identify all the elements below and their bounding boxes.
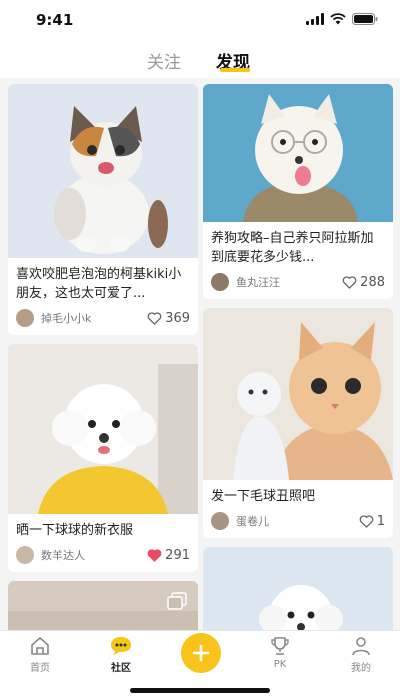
tab-pk[interactable]: PK — [250, 635, 310, 670]
like-button[interactable]: 288 — [342, 275, 385, 290]
tab-mine-label: 我的 — [351, 663, 371, 674]
status-bar: 9:41 — [0, 0, 400, 40]
tab-home[interactable]: 首页 — [10, 635, 70, 674]
like-button[interactable]: 369 — [147, 311, 190, 326]
like-button[interactable]: 291 — [147, 548, 190, 563]
heart-outline-icon — [147, 311, 162, 325]
partial-photo[interactable] — [8, 581, 198, 630]
post-title: 晒一下球球的新衣服 — [16, 523, 134, 538]
avatar[interactable] — [211, 512, 229, 530]
tab-follow[interactable]: 关注 — [147, 48, 181, 73]
white-poodle-yellow-shirt-photo[interactable] — [8, 344, 198, 514]
author-name[interactable]: 数羊达人 — [41, 547, 147, 563]
author-name[interactable]: 蛋卷儿 — [236, 513, 359, 529]
status-icons — [306, 13, 378, 25]
status-time: 9:41 — [36, 11, 74, 29]
post-meta: 鱼丸汪汪 288 — [203, 267, 393, 299]
post-title: 养狗攻略–自己养只阿拉斯加到底要花多少钱... — [211, 231, 374, 265]
tab-community-label: 社区 — [111, 663, 131, 674]
samoyed-with-glasses-photo[interactable] — [203, 84, 393, 222]
post-card[interactable]: 晒一下球球的新衣服 数羊达人 291 — [8, 344, 198, 572]
heart-outline-icon — [342, 275, 357, 289]
tab-home-label: 首页 — [30, 663, 50, 674]
add-post-button[interactable] — [181, 633, 221, 673]
tab-community[interactable]: 社区 — [91, 635, 151, 674]
post-card[interactable] — [203, 547, 393, 630]
post-title: 喜欢咬肥皂泡泡的柯基kiki小朋友，这也太可爱了... — [16, 267, 182, 301]
post-card[interactable]: 养狗攻略–自己养只阿拉斯加到底要花多少钱... 鱼丸汪汪 288 — [203, 84, 393, 299]
post-meta: 蛋卷儿 1 — [203, 506, 393, 538]
tab-mine[interactable]: 我的 — [331, 635, 391, 674]
trophy-icon — [271, 637, 289, 655]
author-name[interactable]: 掉毛小小k — [41, 310, 147, 326]
white-puppy-photo[interactable] — [203, 547, 393, 630]
post-card[interactable]: 发一下毛球丑照吧 蛋卷儿 1 — [203, 308, 393, 538]
feed-column-left: 喜欢咬肥皂泡泡的柯基kiki小朋友，这也太可爱了... 掉毛小小k 369 晒一… — [8, 84, 198, 630]
home-indicator — [130, 688, 270, 693]
avatar[interactable] — [16, 309, 34, 327]
post-card[interactable]: 喜欢咬肥皂泡泡的柯基kiki小朋友，这也太可爱了... 掉毛小小k 369 — [8, 84, 198, 335]
signal-icon — [306, 13, 324, 25]
post-title: 发一下毛球丑照吧 — [211, 489, 316, 504]
post-meta: 掉毛小小k 369 — [8, 303, 198, 335]
like-button[interactable]: 1 — [359, 514, 385, 529]
feed-column-right: 养狗攻略–自己养只阿拉斯加到底要花多少钱... 鱼丸汪汪 288 发一下毛球丑照… — [203, 84, 393, 630]
battery-icon — [352, 13, 378, 25]
wifi-icon — [330, 13, 346, 25]
plus-icon — [192, 644, 210, 662]
active-tab-indicator — [220, 68, 250, 72]
user-icon — [352, 637, 370, 656]
avatar[interactable] — [211, 273, 229, 291]
like-count: 288 — [360, 274, 385, 290]
like-count: 1 — [376, 513, 385, 529]
like-count: 369 — [165, 310, 190, 326]
avatar[interactable] — [16, 546, 34, 564]
discover-feed[interactable]: 喜欢咬肥皂泡泡的柯基kiki小朋友，这也太可爱了... 掉毛小小k 369 晒一… — [0, 78, 400, 630]
heart-outline-icon — [359, 514, 374, 528]
chat-bubble-icon — [111, 637, 131, 655]
post-meta: 数羊达人 291 — [8, 540, 198, 572]
orange-cat-with-toy-photo[interactable] — [203, 308, 393, 480]
tab-pk-label: PK — [273, 659, 287, 670]
like-count: 291 — [165, 547, 190, 563]
heart-filled-icon — [147, 548, 162, 562]
post-card[interactable] — [8, 581, 198, 630]
home-icon — [31, 637, 49, 655]
calico-kitten-photo[interactable] — [8, 84, 198, 258]
author-name[interactable]: 鱼丸汪汪 — [236, 274, 342, 290]
top-tabs: 关注 发现 — [0, 40, 400, 78]
